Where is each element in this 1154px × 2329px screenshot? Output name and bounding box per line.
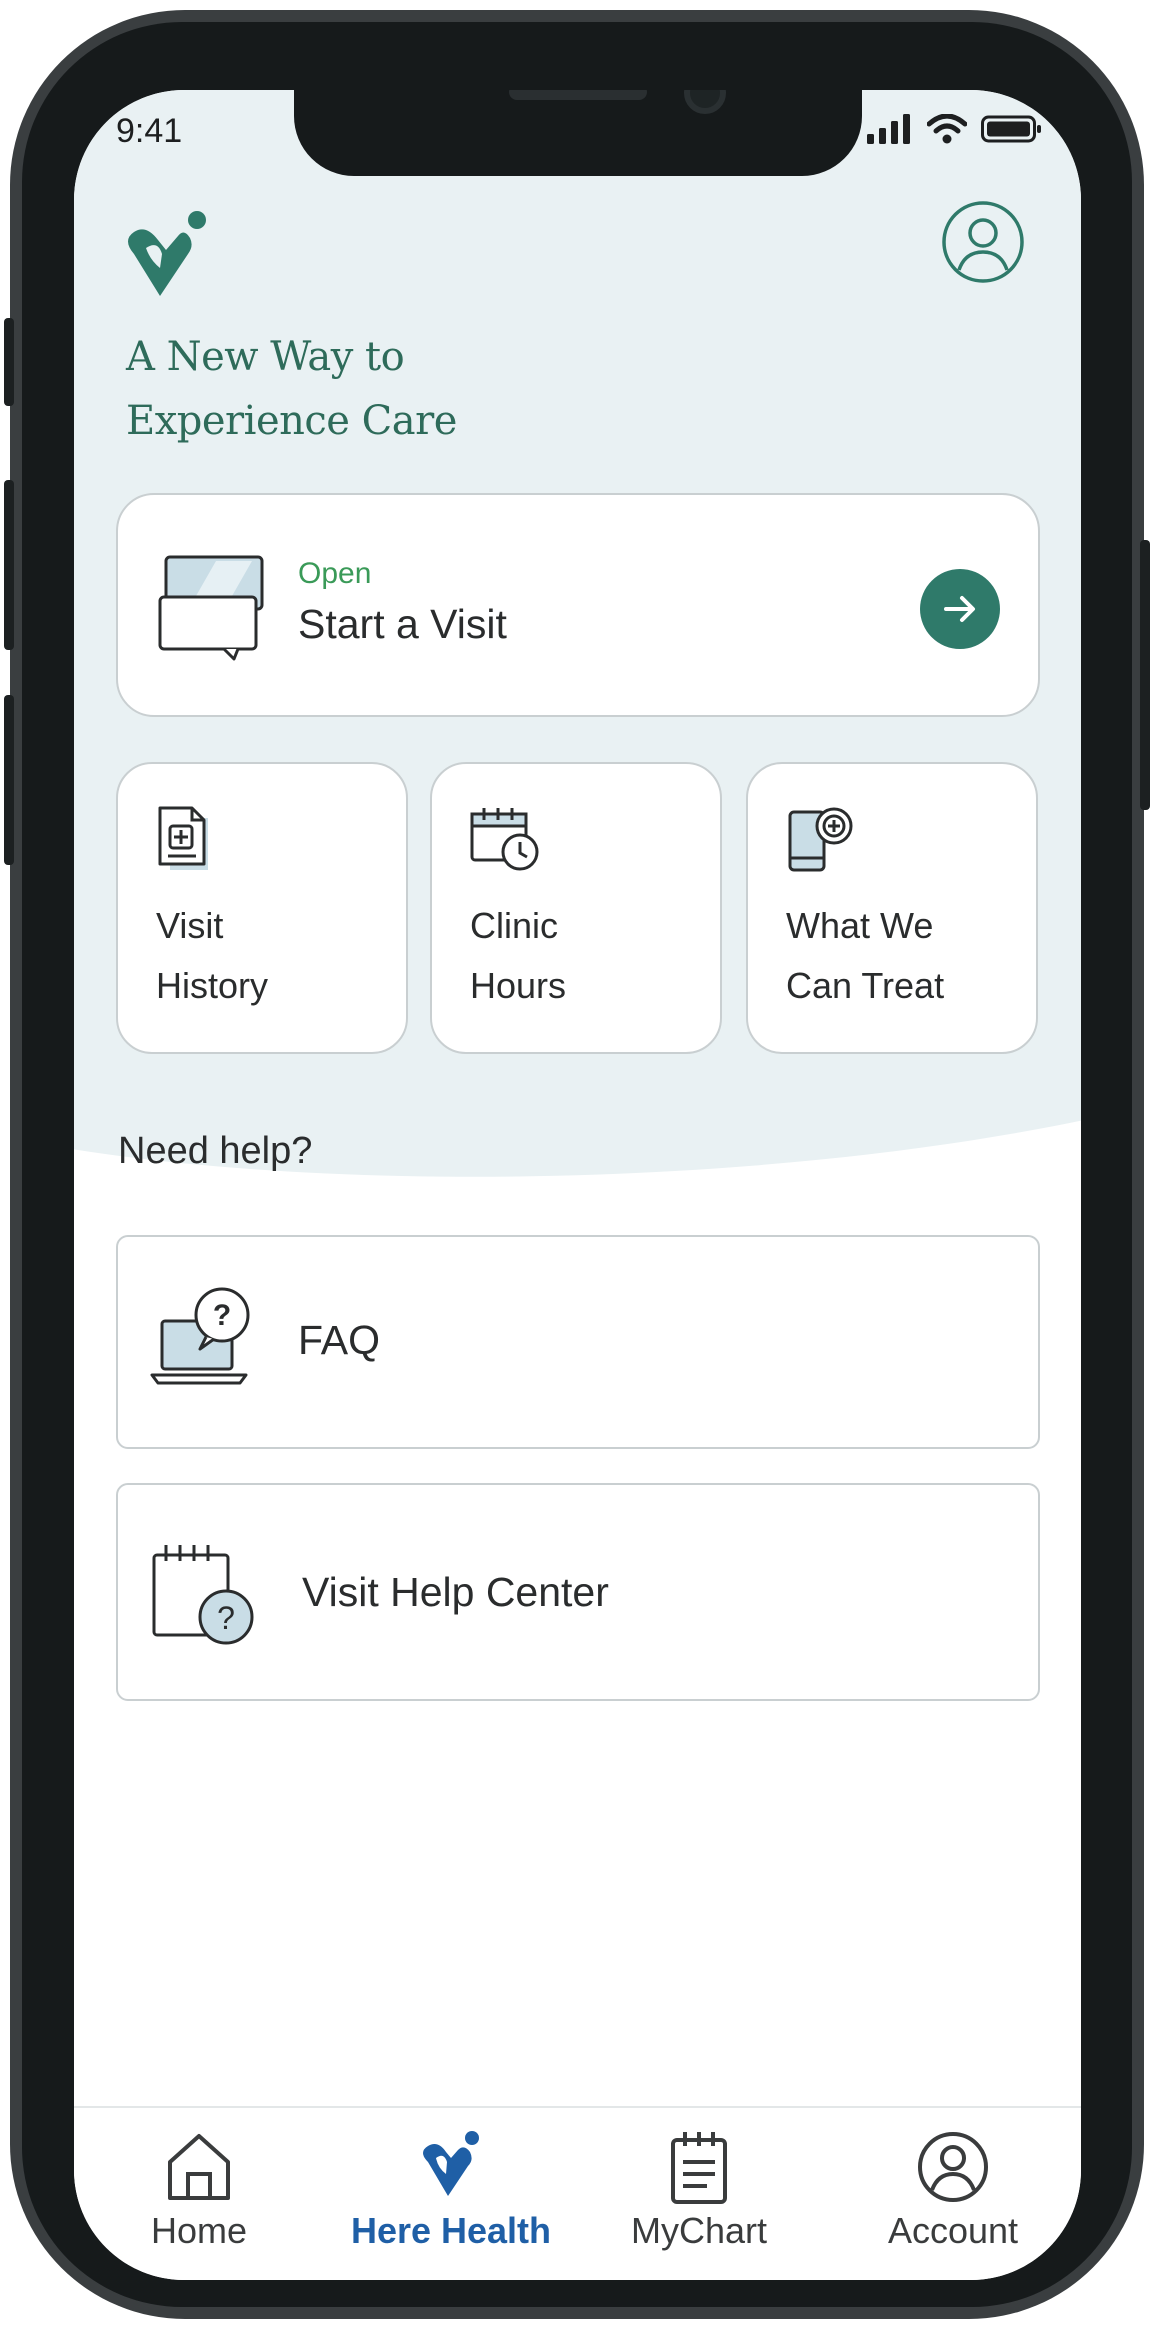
wifi-icon xyxy=(927,114,967,144)
status-icons xyxy=(867,114,1043,144)
tile-label: Clinic Hours xyxy=(470,896,710,1016)
tile-label: Visit History xyxy=(156,896,396,1016)
heart-logo-icon xyxy=(416,2130,486,2210)
visit-title: Start a Visit xyxy=(298,601,507,647)
app-screen: 9:41 A New Way to Experience Care Open S… xyxy=(74,90,1081,2280)
user-profile-icon xyxy=(942,201,1024,283)
phone-medical-icon xyxy=(786,806,856,876)
tile-label-line: Can Treat xyxy=(786,965,945,1006)
cellular-signal-icon xyxy=(867,114,910,144)
home-icon xyxy=(164,2130,234,2206)
clipboard-icon xyxy=(667,2130,731,2210)
visit-status: Open xyxy=(298,557,372,590)
bottom-tab-bar: Home Here Health MyChart Account xyxy=(74,2106,1081,2280)
tile-label-line: Clinic xyxy=(470,905,559,946)
help-center-card[interactable]: ? Visit Help Center xyxy=(116,1483,1040,1701)
notch xyxy=(294,90,862,176)
medical-document-icon xyxy=(156,806,212,876)
tab-label: MyChart xyxy=(630,2210,768,2251)
tab-account[interactable]: Account xyxy=(828,2108,1078,2280)
volume-up-button xyxy=(4,480,14,650)
help-heading: Need help? xyxy=(118,1130,313,1172)
faq-label: FAQ xyxy=(298,1317,381,1363)
tagline: A New Way to Experience Care xyxy=(126,325,457,453)
tab-home[interactable]: Home xyxy=(74,2108,324,2280)
start-visit-arrow-button[interactable] xyxy=(920,569,1000,649)
faq-card[interactable]: ? FAQ xyxy=(116,1235,1040,1449)
tab-label: Here Health xyxy=(350,2210,552,2251)
tab-mychart[interactable]: MyChart xyxy=(574,2108,824,2280)
battery-icon xyxy=(981,115,1041,143)
volume-down-button xyxy=(4,695,14,865)
power-button xyxy=(1140,540,1150,810)
tile-label-line: What We xyxy=(786,905,934,946)
status-time: 9:41 xyxy=(116,112,183,150)
tile-visit-history[interactable]: Visit History xyxy=(116,762,408,1054)
tab-label: Account xyxy=(887,2210,1019,2251)
help-center-label: Visit Help Center xyxy=(302,1569,609,1615)
brand-logo-icon xyxy=(118,210,218,320)
tab-label: Home xyxy=(150,2210,248,2251)
calendar-clock-icon xyxy=(470,806,540,876)
svg-text:?: ? xyxy=(217,1600,235,1636)
tile-label: What We Can Treat xyxy=(786,896,1026,1016)
start-visit-card[interactable]: Open Start a Visit xyxy=(116,493,1040,717)
tagline-line-2: Experience Care xyxy=(126,398,457,444)
tile-what-we-can-treat[interactable]: What We Can Treat xyxy=(746,762,1038,1054)
tagline-line-1: A New Way to xyxy=(126,334,405,380)
tile-label-line: History xyxy=(156,965,269,1006)
laptop-question-icon: ? xyxy=(150,1285,254,1393)
tab-here-health[interactable]: Here Health xyxy=(326,2108,576,2280)
account-icon xyxy=(916,2130,990,2208)
chat-bubbles-icon xyxy=(158,553,268,665)
front-camera xyxy=(684,90,726,114)
svg-text:?: ? xyxy=(213,1299,231,1332)
mute-switch xyxy=(4,318,14,406)
tile-clinic-hours[interactable]: Clinic Hours xyxy=(430,762,722,1054)
speaker xyxy=(509,90,647,100)
calendar-question-icon: ? xyxy=(152,1543,264,1653)
profile-avatar-button[interactable] xyxy=(941,200,1025,288)
tile-label-line: Visit xyxy=(156,905,224,946)
arrow-right-icon xyxy=(944,596,975,622)
tile-label-line: Hours xyxy=(470,965,567,1006)
